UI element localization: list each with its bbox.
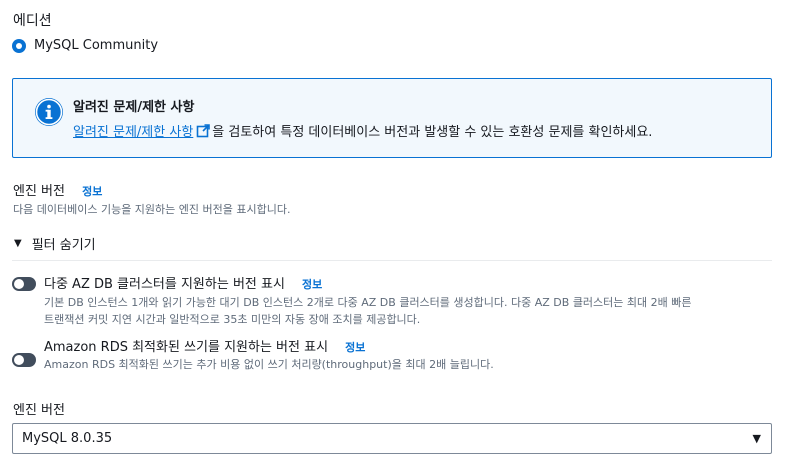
edition-radio-mysql-community[interactable]: MySQL Community [12, 38, 158, 53]
engine-version-info-link[interactable]: 정보 [82, 185, 102, 198]
multi-az-desc-line2: 트랜잭션 커밋 지연 시간과 일반적으로 35초 미만의 자동 장애 조치를 제… [44, 313, 421, 326]
engine-version-header: 엔진 버전 정보 [13, 180, 102, 199]
multi-az-label-row: 다중 AZ DB 클러스터를 지원하는 버전 표시 정보 [44, 273, 322, 292]
radio-selected-icon[interactable] [12, 38, 26, 53]
optimized-writes-info-link[interactable]: 정보 [345, 341, 365, 354]
optimized-writes-label-row: Amazon RDS 최적화된 쓰기를 지원하는 버전 표시 정보 [44, 336, 365, 355]
engine-version-select[interactable]: MySQL 8.0.35 ▼ [12, 423, 772, 454]
multi-az-toggle[interactable] [12, 277, 36, 291]
filters-divider [12, 260, 772, 261]
edition-option-label: MySQL Community [34, 38, 159, 53]
hide-filters-toggle[interactable]: ▼ 필터 숨기기 [14, 234, 96, 253]
engine-version-select-label: 엔진 버전 [13, 403, 65, 418]
caret-down-icon: ▼ [752, 432, 761, 445]
optimized-writes-label: Amazon RDS 최적화된 쓰기를 지원하는 버전 표시 [44, 340, 329, 355]
engine-version-selected-value: MySQL 8.0.35 [22, 431, 113, 446]
alert-body-text: 을 검토하여 특정 데이터베이스 버전과 발생할 수 있는 호환성 문제를 확인… [212, 125, 653, 140]
alert-title: 알려진 문제/제한 사항 [73, 100, 195, 115]
optimized-writes-desc: Amazon RDS 최적화된 쓰기는 추가 비용 없이 쓰기 처리량(thro… [44, 358, 494, 371]
known-issues-alert: 알려진 문제/제한 사항 알려진 문제/제한 사항을 검토하여 특정 데이터베이… [12, 78, 772, 158]
info-icon [35, 98, 63, 126]
external-link-icon[interactable] [196, 124, 211, 142]
known-issues-link[interactable]: 알려진 문제/제한 사항 [73, 125, 193, 140]
hide-filters-label: 필터 숨기기 [31, 238, 96, 253]
optimized-writes-toggle[interactable] [12, 353, 36, 367]
multi-az-desc-line1: 기본 DB 인스턴스 1개와 읽기 가능한 대기 DB 인스턴스 2개로 다중 … [44, 296, 692, 309]
engine-version-description: 다음 데이터베이스 기능을 지원하는 엔진 버전을 표시합니다. [13, 203, 291, 216]
alert-body: 알려진 문제/제한 사항 을 검토하여 특정 데이터베이스 버전과 발생할 수 있… [73, 121, 652, 142]
multi-az-info-link[interactable]: 정보 [302, 278, 322, 291]
caret-down-icon: ▼ [14, 238, 22, 249]
multi-az-label: 다중 AZ DB 클러스터를 지원하는 버전 표시 [44, 277, 285, 292]
engine-version-title: 엔진 버전 [13, 184, 65, 199]
edition-label: 에디션 [13, 13, 52, 29]
